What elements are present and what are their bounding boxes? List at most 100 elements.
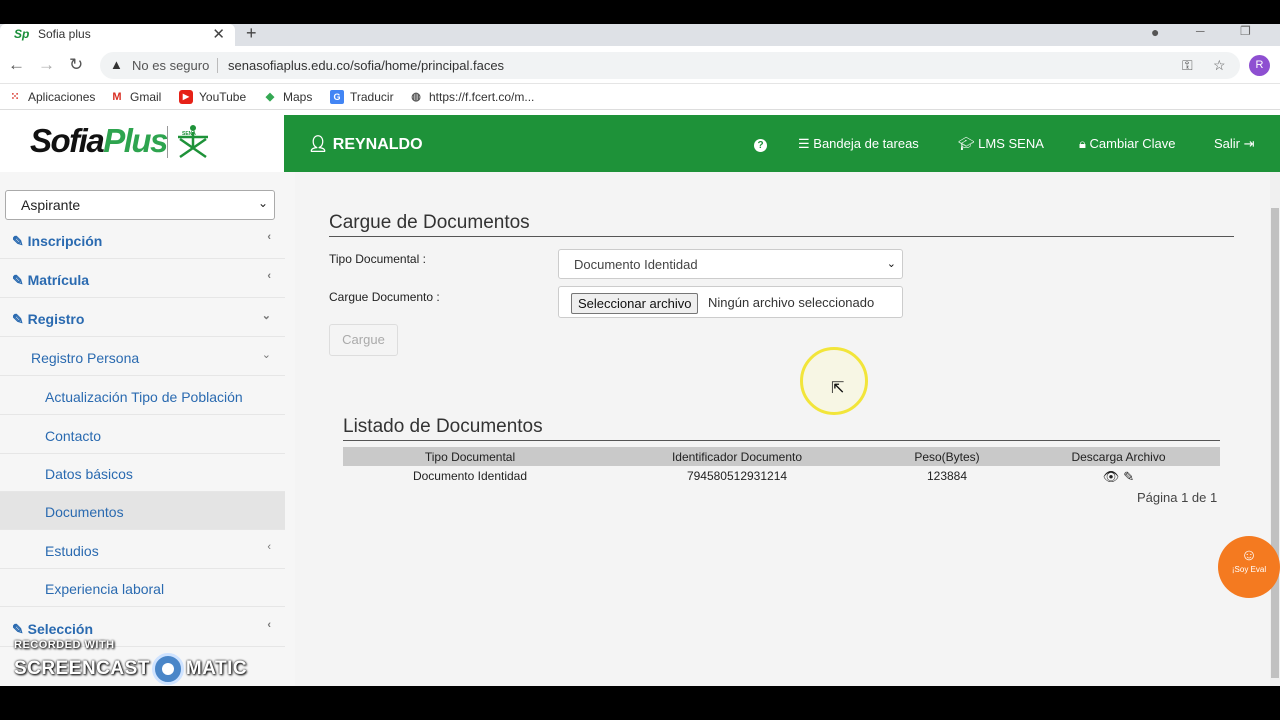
logout-link[interactable]: Salir ⇥ [1214,136,1255,152]
sidebar-item-inscripcion[interactable]: ✎ Inscripción ‹ [0,221,285,259]
sofiaplus-logo[interactable]: SofiaPlus [30,122,168,160]
profile-avatar[interactable]: R [1249,55,1270,76]
edit-icon: ✎ [12,311,24,327]
tipo-documental-label: Tipo Documental : [329,252,426,266]
bookmark-translate[interactable]: G Traducir [330,90,394,104]
chevron-down-icon: ⌄ [886,258,896,270]
sidebar-item-label: Inscripción [27,233,103,249]
table-header: Tipo Documental Identificador Documento … [343,447,1220,466]
sidebar-item-label: Selección [27,621,93,637]
bookmark-star-icon[interactable]: ☆ [1213,57,1226,74]
sidebar-item-label: Registro [27,311,85,327]
translate-icon: G [330,90,344,104]
bookmark-maps[interactable]: ◆ Maps [263,90,313,104]
warning-triangle-icon: ▲ [110,57,123,72]
vertical-scrollbar[interactable] [1270,172,1280,686]
main-content: Cargue de Documentos Tipo Documental : D… [295,172,1270,686]
url-text[interactable]: senasofiaplus.edu.co/sofia/home/principa… [228,58,504,73]
restore-icon[interactable]: ❐ [1240,24,1251,38]
logo-divider [167,126,168,158]
sidebar-item-label: Datos básicos [45,466,133,482]
new-tab-icon[interactable]: + [246,23,257,44]
scrollbar-thumb[interactable] [1271,208,1279,678]
documents-list-title: Listado de Documentos [343,416,1220,441]
role-select-value: Aspirante [21,197,81,213]
browser-tab-bar: Sp Sofia plus ✕ + ● ─ ❐ [0,23,1280,46]
bookmark-gmail[interactable]: M Gmail [110,90,161,104]
key-icon[interactable]: ⚿ [1182,57,1193,74]
sidebar-item-label: Documentos [45,504,124,520]
bookmark-youtube[interactable]: ▶ YouTube [179,90,246,104]
task-inbox-link[interactable]: ☰ Bandeja de tareas [798,136,919,152]
user-menu[interactable]: 👤︎ REYNALDO [308,134,423,154]
question-circle-icon: ? [754,139,767,152]
help-button[interactable]: ? [754,136,767,152]
screen: Sp Sofia plus ✕ + ● ─ ❐ ← → ↻ ▲ No es se… [0,0,1280,720]
sidebar-item-datos-basicos[interactable]: Datos básicos [0,454,285,492]
choose-file-button[interactable]: Seleccionar archivo [571,293,699,314]
list-icon: ☰ [798,136,810,151]
sidebar-item-label: Matrícula [27,272,90,288]
sidebar-item-registro[interactable]: ✎ Registro ⌄ [0,299,285,337]
task-inbox-label: Bandeja de tareas [813,136,919,151]
table-cell-actions: 👁︎ ✎ [1017,466,1220,486]
change-password-link[interactable]: 🔒︎ Cambiar Clave [1079,136,1176,152]
eval-badge-label: ¡Soy Eval [1231,565,1267,574]
sidebar-item-contacto[interactable]: Contacto [0,416,285,454]
tab-title: Sofia plus [38,27,91,41]
profile-menu-icon[interactable]: ● [1151,24,1159,40]
eye-icon[interactable]: 👁︎ [1103,469,1120,485]
lms-sena-label: LMS SENA [978,136,1044,151]
reload-icon[interactable]: ↻ [69,55,83,75]
sidebar-item-label: Actualización Tipo de Población [45,389,243,405]
minimize-icon[interactable]: ─ [1196,24,1205,38]
watermark-line1: RECORDED WITH [14,639,115,651]
sena-logo-icon: SENA [178,125,208,159]
role-select[interactable]: Aspirante ⌄ [5,190,275,220]
bookmarks-bar: ⁙ Aplicaciones M Gmail ▶ YouTube ◆ Maps … [0,84,1280,110]
forward-arrow-icon[interactable]: → [38,55,55,75]
logo-plus-text: Plus [103,122,168,159]
sidebar-item-tipo-poblacion[interactable]: Actualización Tipo de Población [0,377,285,415]
file-input[interactable]: Seleccionar archivo Ningún archivo selec… [558,286,903,318]
tipo-documental-select[interactable]: Documento Identidad ⌄ [558,249,903,279]
chevron-left-icon: ‹ [267,619,271,631]
upload-submit-button[interactable]: Cargue [329,324,398,356]
sidebar-item-label: Experiencia laboral [45,581,165,597]
back-arrow-icon[interactable]: ← [8,55,25,75]
column-header: Identificador Documento [671,450,803,464]
user-name: REYNALDO [332,136,423,153]
pagination-text: Página 1 de 1 [1137,490,1218,505]
file-status-text: Ningún archivo seleccionado [708,295,875,310]
sidebar-item-matricula[interactable]: ✎ Matrícula ‹ [0,260,285,298]
lock-icon: 🔒︎ [1079,136,1086,151]
sidebar-item-experiencia[interactable]: Experiencia laboral [0,569,285,607]
sidebar-item-registro-persona[interactable]: Registro Persona ⌄ [0,338,285,376]
address-bar: ← → ↻ ▲ No es seguro senasofiaplus.edu.c… [0,46,1280,84]
apps-grid-icon: ⁙ [10,91,20,103]
sidebar-item-documentos[interactable]: Documentos [0,492,285,530]
browser-tab[interactable]: Sp Sofia plus ✕ [0,24,235,46]
logout-label: Salir [1214,136,1241,151]
globe-icon: ◍ [411,91,421,103]
close-tab-icon[interactable]: ✕ [212,25,225,43]
column-header: Descarga Archivo [1071,450,1166,464]
bookmark-label: Maps [283,90,313,104]
lms-sena-link[interactable]: 🎓︎ LMS SENA [958,136,1044,152]
sidebar-item-label: Estudios [45,543,99,559]
omnibox[interactable]: ▲ No es seguro senasofiaplus.edu.co/sofi… [100,52,1240,79]
watermark-brand-left: SCREENCAST [14,658,150,679]
bookmark-apps[interactable]: ⁙ Aplicaciones [8,90,95,104]
edit-icon: ✎ [12,621,24,637]
bookmark-label: YouTube [199,90,247,104]
sidebar-item-estudios[interactable]: Estudios ‹ [0,531,285,569]
pencil-icon[interactable]: ✎ [1123,469,1134,485]
watermark-brand-right: MATIC [185,658,248,679]
bottom-black-bar [0,686,1280,720]
edit-icon: ✎ [12,233,24,249]
robot-face-icon: ☺ [1240,547,1258,564]
eval-chat-button[interactable]: ☺ ¡Soy Eval [1218,536,1280,598]
bookmark-fcert[interactable]: ◍ https://f.fcert.co/m... [409,90,534,104]
maps-icon: ◆ [265,91,275,103]
change-password-label: Cambiar Clave [1089,136,1176,151]
